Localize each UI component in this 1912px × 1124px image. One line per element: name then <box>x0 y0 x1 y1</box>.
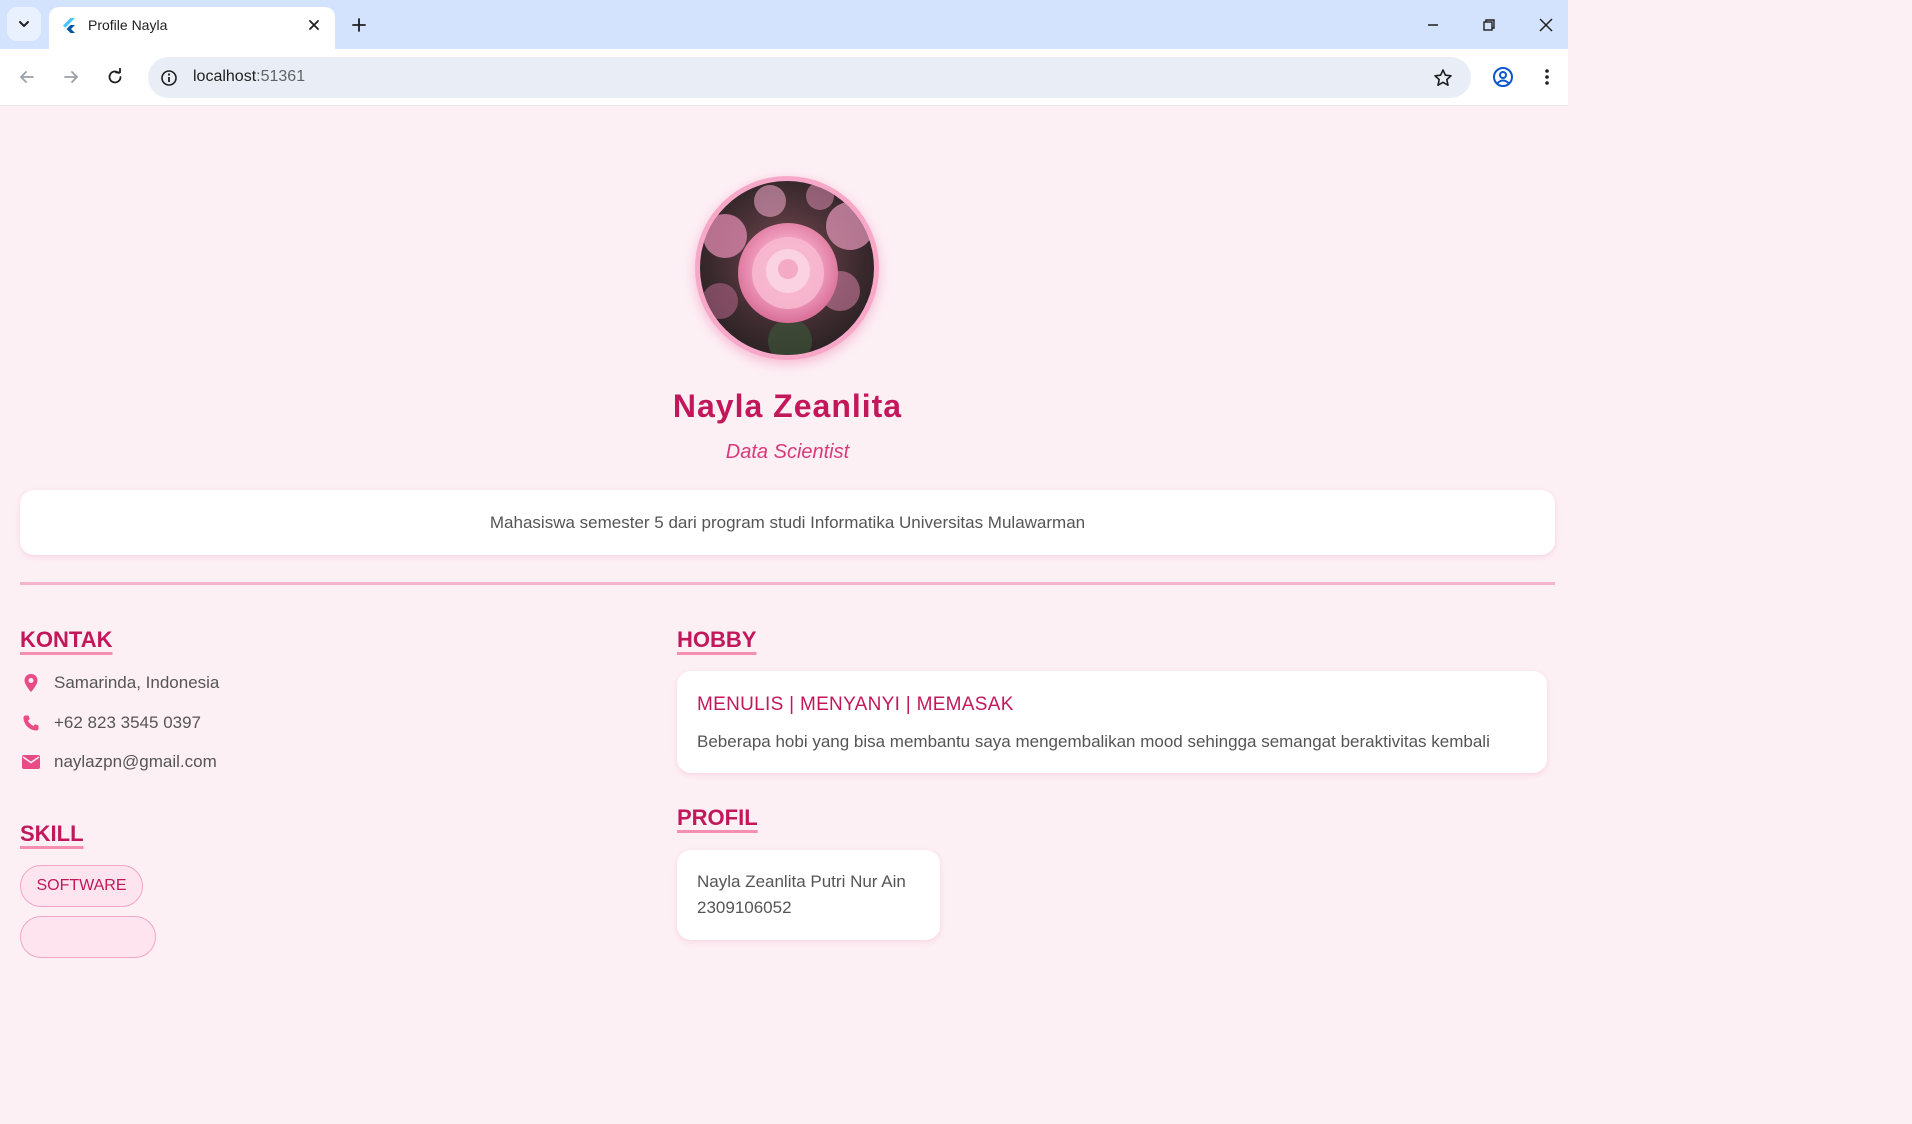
site-info-icon[interactable] <box>158 67 180 89</box>
back-button[interactable] <box>11 61 43 93</box>
restore-button[interactable] <box>1474 10 1504 40</box>
restore-icon <box>1483 19 1495 31</box>
browser-tab[interactable]: Profile Nayla <box>49 7 335 49</box>
menu-button[interactable] <box>1531 61 1563 93</box>
tab-close-button[interactable] <box>304 15 324 35</box>
contact-email-text: naylazpn@gmail.com <box>54 752 217 771</box>
plus-icon <box>352 18 366 32</box>
browser-toolbar: localhost:51361 <box>0 49 1568 106</box>
tab-title: Profile Nayla <box>88 17 168 33</box>
star-icon <box>1434 69 1452 86</box>
avatar-image <box>700 181 874 355</box>
profil-student-id: 2309106052 <box>697 898 792 917</box>
reload-button[interactable] <box>99 61 131 93</box>
profile-button[interactable] <box>1487 61 1519 93</box>
skill-title: SKILL <box>20 821 84 846</box>
minimize-icon <box>1428 24 1438 26</box>
profil-full-name: Nayla Zeanlita Putri Nur Ain <box>697 872 906 891</box>
more-vert-icon <box>1545 69 1549 85</box>
forward-button[interactable] <box>55 61 87 93</box>
phone-icon <box>20 712 42 734</box>
tab-strip: Profile Nayla <box>0 0 1568 49</box>
bookmark-star-button[interactable] <box>1431 66 1455 90</box>
url-text[interactable]: localhost:51361 <box>193 68 305 86</box>
url-host: localhost <box>193 68 257 85</box>
arrow-left-icon <box>20 71 34 83</box>
contact-email: naylazpn@gmail.com <box>20 750 217 774</box>
contact-location: Samarinda, Indonesia <box>20 671 219 695</box>
tab-search-button[interactable] <box>7 7 41 41</box>
minimize-button[interactable] <box>1418 10 1448 40</box>
email-icon <box>20 751 42 773</box>
contact-phone: +62 823 3545 0397 <box>20 711 201 735</box>
skill-chip-software[interactable]: SOFTWARE <box>20 865 143 907</box>
hobby-card: MENULIS | MENYANYI | MEMASAK Beberapa ho… <box>677 671 1547 773</box>
bio-text: Mahasiswa semester 5 dari program studi … <box>489 512 1086 532</box>
bio-card: Mahasiswa semester 5 dari program studi … <box>20 490 1555 555</box>
contact-location-text: Samarinda, Indonesia <box>54 673 220 692</box>
chevron-down-icon <box>19 21 29 27</box>
skill-chip[interactable] <box>20 916 156 958</box>
section-divider <box>20 582 1555 585</box>
close-window-button[interactable] <box>1531 10 1561 40</box>
contact-phone-text: +62 823 3545 0397 <box>54 713 202 732</box>
address-bar[interactable]: localhost:51361 <box>148 57 1471 98</box>
location-pin-icon <box>20 672 42 694</box>
reload-icon <box>108 68 122 84</box>
kontak-title: KONTAK <box>20 627 113 652</box>
flutter-icon <box>63 18 75 33</box>
account-circle-icon <box>1493 67 1513 87</box>
hobby-card-title: MENULIS | MENYANYI | MEMASAK <box>697 694 1014 715</box>
profil-title: PROFIL <box>677 805 758 830</box>
url-port: :51361 <box>256 68 306 85</box>
hobby-title: HOBBY <box>677 627 757 652</box>
avatar <box>695 176 879 360</box>
hobby-card-description: Beberapa hobi yang bisa membantu saya me… <box>697 732 1490 751</box>
profile-role: Data Scientist <box>725 441 850 463</box>
close-icon <box>1539 18 1553 32</box>
arrow-right-icon <box>64 71 78 83</box>
new-tab-button[interactable] <box>345 11 373 39</box>
close-icon <box>309 20 319 30</box>
profile-name: Nayla Zeanlita <box>672 388 903 424</box>
profil-card: Nayla Zeanlita Putri Nur Ain 2309106052 <box>677 850 940 940</box>
